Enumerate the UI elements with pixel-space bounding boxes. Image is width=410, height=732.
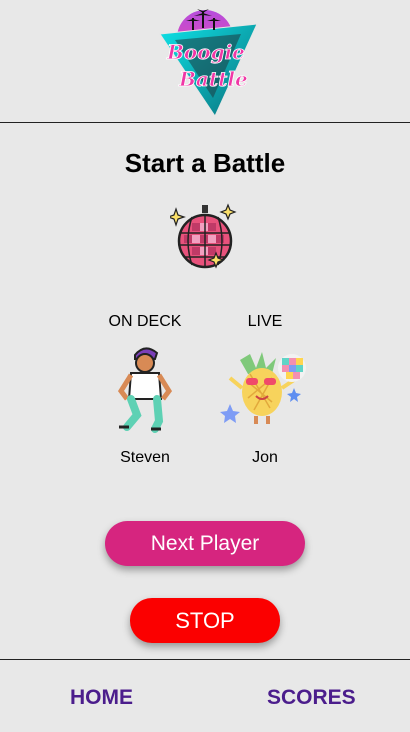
on-deck-player-name: Steven — [120, 449, 170, 466]
breakdancer-icon — [117, 347, 173, 433]
nav-scores-link[interactable]: SCORES — [267, 686, 356, 710]
app-header: Boogie Battle — [0, 0, 410, 123]
nav-home-link[interactable]: HOME — [70, 686, 133, 710]
dancing-pineapple-icon — [220, 352, 306, 424]
logo-text-line2: Battle — [178, 67, 248, 91]
page-title: Start a Battle — [124, 148, 286, 178]
on-deck-label: ON DECK — [108, 313, 182, 330]
logo-text-line1: Boogie — [166, 40, 245, 64]
bottom-nav: HOME SCORES — [0, 659, 410, 732]
stop-button[interactable]: STOP — [130, 598, 280, 643]
boogie-battle-logo: Boogie Battle — [159, 9, 258, 118]
live-player-name: Jon — [252, 449, 278, 466]
live-label: LIVE — [247, 313, 283, 330]
disco-ball-icon — [170, 203, 237, 269]
next-player-button[interactable]: Next Player — [105, 521, 305, 566]
